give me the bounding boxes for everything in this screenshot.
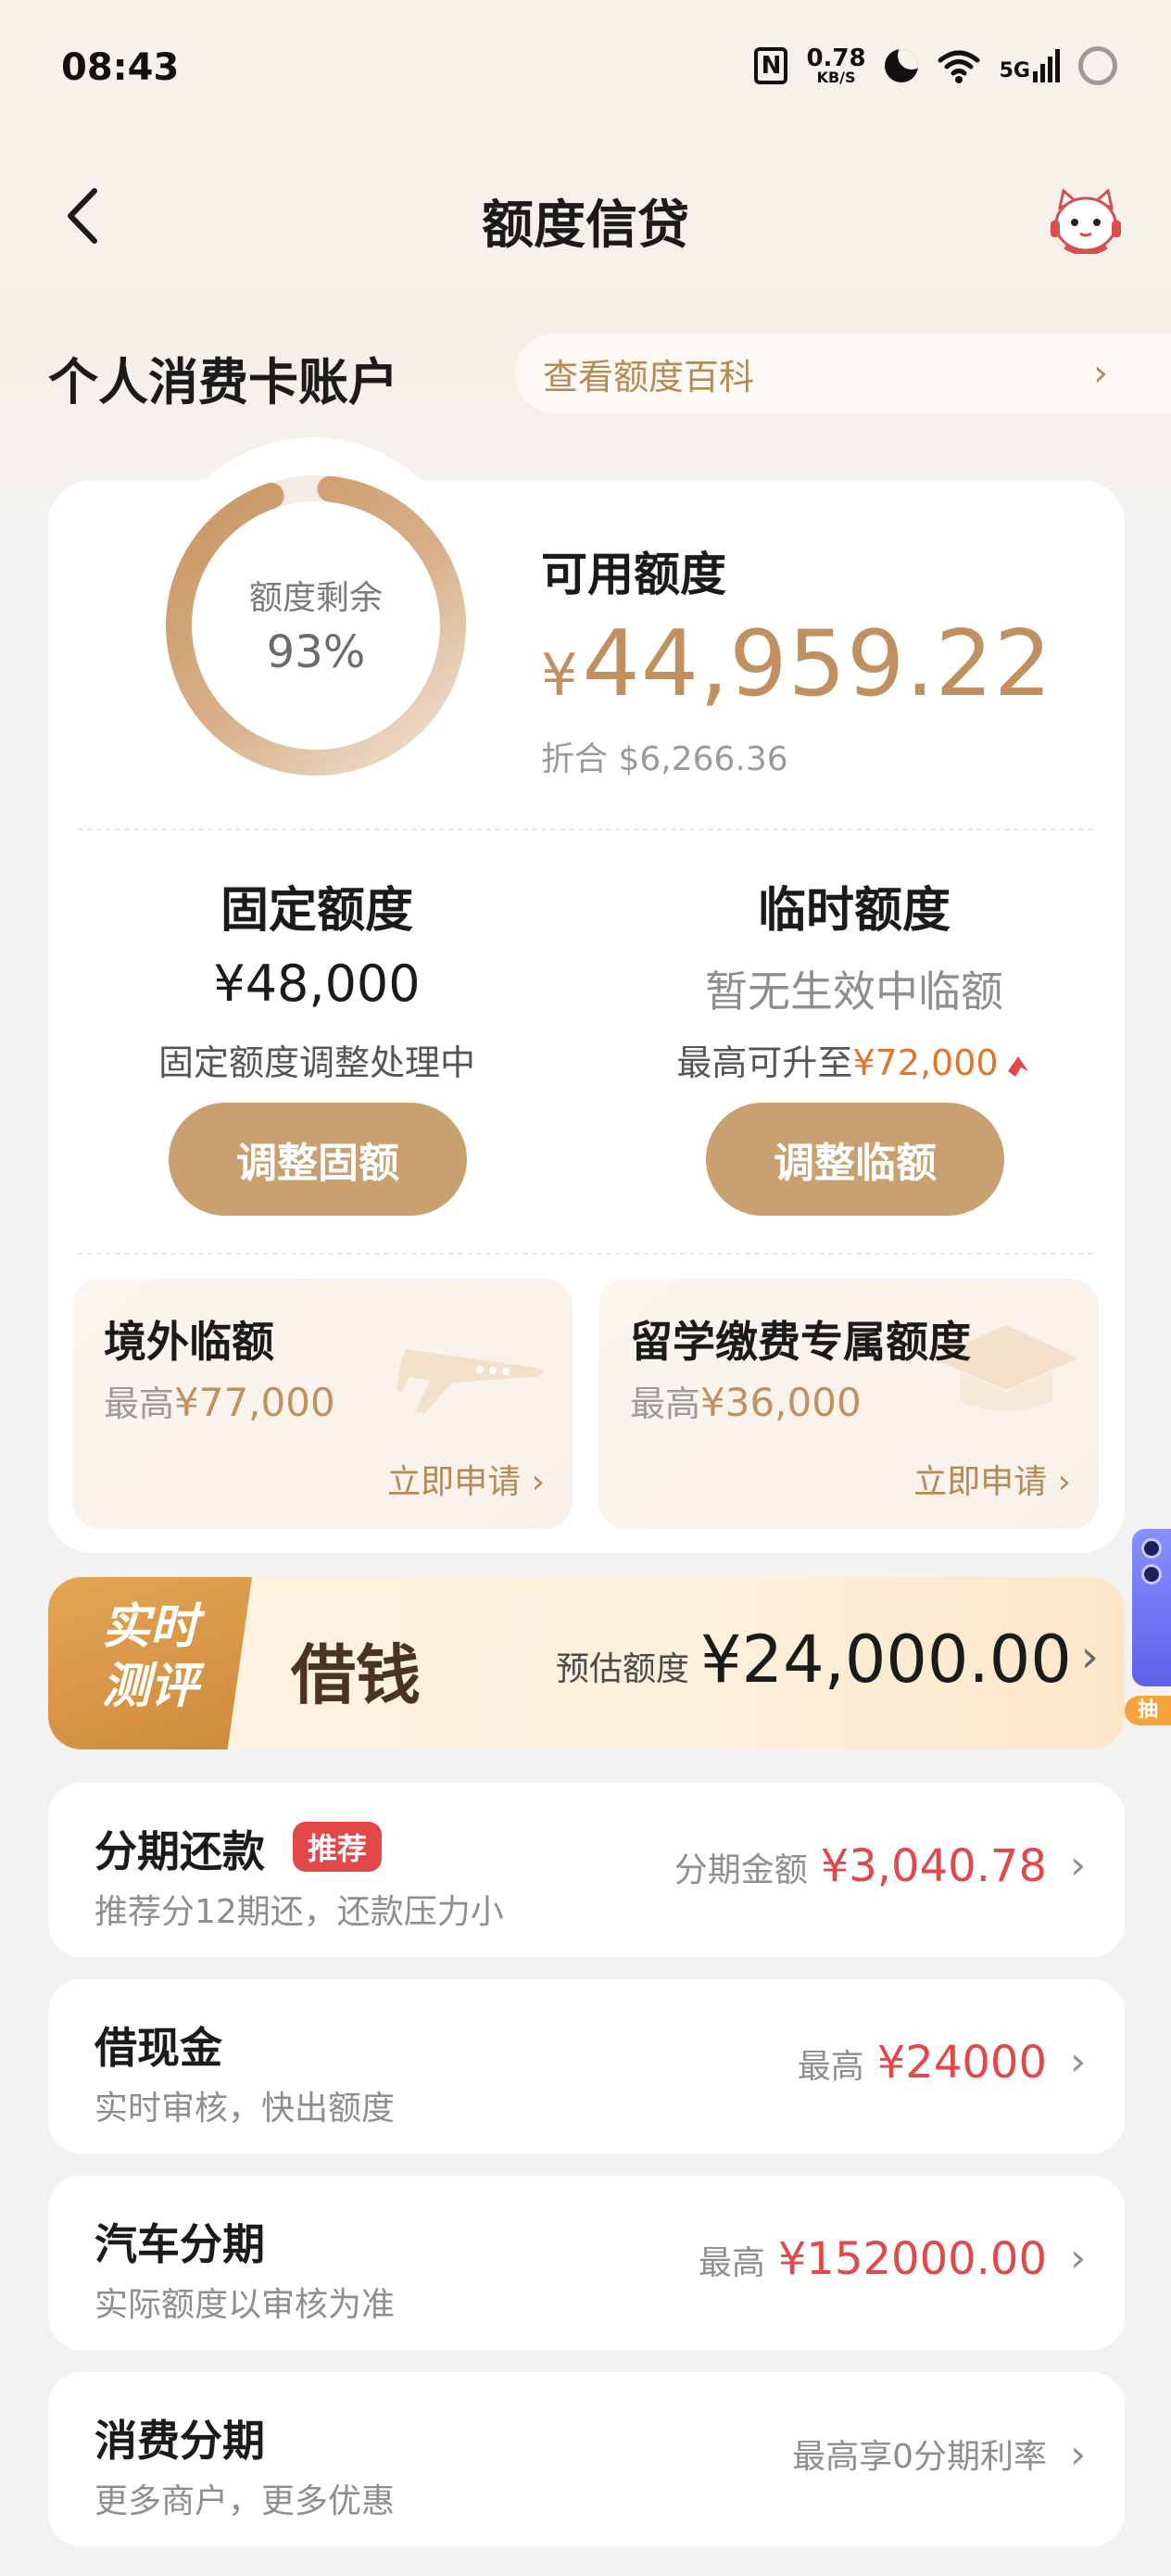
sub-card-amount: 最高¥36,000 — [630, 1375, 862, 1426]
sub-card-amount-prefix: 最高 — [630, 1383, 701, 1424]
status-time: 08:43 — [61, 46, 180, 89]
divider — [78, 1253, 1093, 1255]
ring-label: 额度剩余 — [248, 579, 383, 617]
study-abroad-credit-card[interactable]: 留学缴费专属额度 最高¥36,000 立即申请 › — [598, 1279, 1099, 1529]
row-right-value: ¥152000.00 — [777, 2233, 1047, 2285]
network-speed-value: 0.78 — [806, 44, 866, 72]
row-right: 最高享0分期利率 — [792, 2430, 1047, 2478]
credit-encyclopedia-label: 查看额度百科 — [543, 356, 755, 398]
temp-credit-status: 暂无生效中临额 — [705, 966, 1003, 1017]
row-right-label: 最高 — [698, 2244, 765, 2282]
realtime-assessment-label: 实时 测评 — [76, 1597, 224, 1716]
available-credit-amount: ¥44,959.22 — [541, 612, 1052, 717]
row-title: 借现金 — [94, 2023, 222, 2073]
tag-line-2: 测评 — [101, 1659, 198, 1714]
chevron-right-icon: › — [1080, 1631, 1099, 1683]
ring-percent: 93% — [266, 626, 366, 678]
nav-bar: 额度信贷 — [0, 167, 1171, 269]
cellular-signal-icon: 5G — [1000, 49, 1060, 82]
row-right: 分期金额 ¥3,040.78 — [674, 1840, 1047, 1892]
consumer-installment-row[interactable]: 消费分期 更多商户，更多优惠 最高享0分期利率 › — [48, 2372, 1125, 2546]
chevron-right-icon: › — [1093, 352, 1108, 395]
nfc-icon: N — [754, 47, 788, 84]
tag-line-1: 实时 — [101, 1599, 198, 1655]
chevron-right-icon: › — [1070, 2235, 1086, 2280]
cat-mascot-icon — [1051, 188, 1121, 256]
row-right: 最高 ¥24000 — [798, 2037, 1047, 2089]
status-icons: N 0.78 KB/S 5G — [754, 46, 1117, 85]
remaining-credit-ring — [163, 473, 469, 778]
wifi-icon — [937, 47, 981, 84]
apply-now-link[interactable]: 立即申请 › — [387, 1455, 545, 1503]
row-subtitle: 实时审核，快出额度 — [94, 2090, 396, 2128]
do-not-disturb-icon — [884, 49, 918, 82]
temp-credit-max-amount: ¥72,000 — [852, 1042, 999, 1083]
sub-card-amount-value: ¥36,000 — [700, 1380, 862, 1425]
remaining-credit-arc — [166, 475, 466, 776]
row-subtitle: 推荐分12期还，还款压力小 — [94, 1893, 504, 1931]
row-right-value: ¥24000 — [876, 2037, 1047, 2089]
temp-credit-note-prefix: 最高可升至 — [676, 1042, 853, 1083]
available-credit-label: 可用额度 — [541, 548, 726, 601]
chevron-right-icon: › — [1070, 2431, 1086, 2477]
chevron-right-icon: › — [1070, 2039, 1086, 2084]
sub-card-title: 留学缴费专属额度 — [630, 1317, 971, 1367]
row-right-value: ¥3,040.78 — [820, 1840, 1047, 1892]
battery-ring-icon — [1078, 46, 1117, 85]
apply-now-link[interactable]: 立即申请 › — [913, 1455, 1071, 1503]
airplane-icon — [397, 1349, 544, 1414]
status-bar: 08:43 N 0.78 KB/S 5G — [0, 0, 1171, 139]
cash-loan-row[interactable]: 借现金 实时审核，快出额度 最高 ¥24000 › — [48, 1979, 1125, 2153]
sub-card-amount-prefix: 最高 — [104, 1383, 175, 1424]
divider — [78, 828, 1093, 830]
fixed-credit-note: 固定额度调整处理中 — [157, 1042, 475, 1083]
row-right-label: 最高 — [797, 2048, 864, 2086]
adjust-fixed-credit-button[interactable]: 调整固额 — [169, 1103, 467, 1216]
overseas-temp-credit-card[interactable]: 境外临额 最高¥77,000 立即申请 › — [72, 1279, 573, 1529]
row-subtitle: 更多商户，更多优惠 — [94, 2482, 396, 2520]
row-right-label: 分期金额 — [674, 1851, 808, 1889]
adjust-temp-credit-button[interactable]: 调整临额 — [706, 1103, 1004, 1216]
borrow-money-title: 借钱 — [291, 1636, 421, 1713]
available-credit-value: 44,959.22 — [582, 612, 1053, 717]
temp-credit-title: 临时额度 — [757, 883, 951, 939]
network-type: 5G — [999, 59, 1030, 82]
page-title: 额度信贷 — [482, 196, 689, 256]
row-subtitle: 实际额度以审核为准 — [94, 2286, 396, 2324]
trend-up-icon — [1007, 1056, 1028, 1077]
recommended-badge: 推荐 — [293, 1822, 383, 1872]
network-speed-unit: KB/S — [816, 69, 856, 86]
borrow-money-banner[interactable]: 实时 测评 借钱 预估额度 ¥24,000.00 › — [48, 1577, 1125, 1749]
car-installment-row[interactable]: 汽车分期 实际额度以审核为准 最高 ¥152000.00 › — [48, 2176, 1125, 2350]
promo-label: 抽 — [1125, 1696, 1171, 1725]
chevron-right-icon: › — [1070, 1842, 1086, 1888]
account-title: 个人消费卡账户 — [48, 353, 398, 411]
temp-credit-note: 最高可升至¥72,000 — [595, 1034, 1114, 1085]
sub-card-amount-value: ¥77,000 — [174, 1380, 335, 1425]
estimate-amount: ¥24,000.00 — [700, 1622, 1072, 1698]
sub-card-title: 境外临额 — [104, 1317, 274, 1367]
row-right-label: 最高享0分期利率 — [792, 2438, 1047, 2476]
assistant-mascot-button[interactable] — [1047, 185, 1125, 256]
fixed-credit-amount: ¥48,000 — [213, 954, 421, 1013]
fixed-credit-title: 固定额度 — [220, 883, 413, 939]
credit-encyclopedia-link[interactable]: 查看额度百科 › — [515, 334, 1171, 413]
row-title: 消费分期 — [94, 2416, 265, 2466]
row-title: 分期还款 — [94, 1826, 265, 1876]
converted-amount: 折合 $6,266.36 — [541, 740, 788, 778]
camera-dot — [1141, 1564, 1162, 1585]
camera-dot — [1141, 1538, 1162, 1559]
row-right: 最高 ¥152000.00 — [699, 2233, 1047, 2285]
sub-card-amount: 最高¥77,000 — [104, 1375, 335, 1426]
row-title: 汽车分期 — [94, 2219, 265, 2269]
installment-repayment-row[interactable]: 分期还款 推荐 推荐分12期还，还款压力小 分期金额 ¥3,040.78 › — [48, 1783, 1125, 1957]
network-speed: 0.78 KB/S — [806, 46, 865, 85]
floating-promo[interactable]: 抽 — [1125, 1529, 1171, 1725]
currency-symbol: ¥ — [541, 641, 579, 709]
estimate-label: 预估额度 — [556, 1650, 690, 1688]
